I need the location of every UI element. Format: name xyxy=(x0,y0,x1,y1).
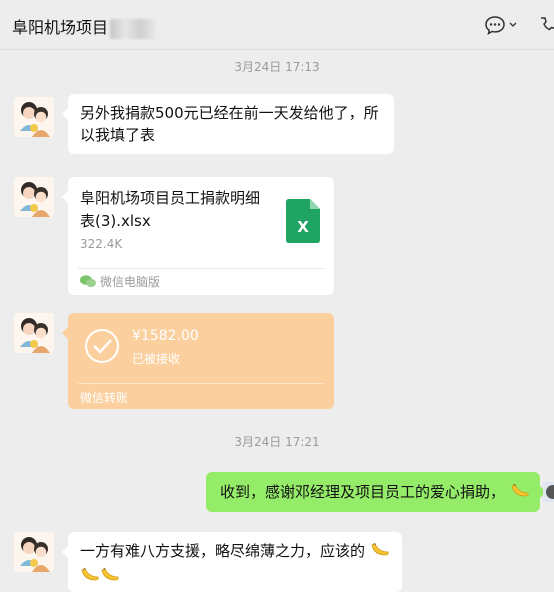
title-redaction xyxy=(110,18,157,39)
file-message-card[interactable]: 阜阳机场项目员工捐款明细 表(3).xlsx 322.4K X 微信电脑版 xyxy=(62,177,334,295)
chat-title-text: 阜阳机场项目 xyxy=(12,18,109,37)
chat-bubble-more-icon[interactable] xyxy=(485,15,521,39)
divider xyxy=(78,268,324,269)
message-text: 收到，感谢邓经理及项目员工的爱心捐助， xyxy=(220,483,506,501)
file-name-line: 阜阳机场项目员工捐款明细 xyxy=(80,189,261,207)
banana-emoji-icon xyxy=(80,566,100,590)
avatar[interactable] xyxy=(14,177,54,217)
file-source-text: 微信电脑版 xyxy=(100,275,161,289)
file-source: 微信电脑版 xyxy=(80,273,160,291)
timestamp: 3月24日 17:21 xyxy=(234,435,320,449)
message-text-line: 另外我捐款500元已经在前一天发给他了，所 xyxy=(80,104,379,122)
message-text-line: 以我填了表 xyxy=(80,126,156,144)
file-name-line: 表(3).xlsx xyxy=(80,212,151,230)
timestamp: 3月24日 17:13 xyxy=(234,60,320,74)
banana-emoji-icon xyxy=(100,566,120,590)
message-bubble[interactable]: 一方有难八方支援，略尽绵薄之力，应该的 xyxy=(62,532,402,592)
chat-header: 阜阳机场项目 xyxy=(0,0,554,50)
transfer-status: 已被接收 xyxy=(132,352,181,366)
transfer-card[interactable]: ¥1582.00 已被接收 微信转账 xyxy=(62,313,334,409)
phone-icon[interactable] xyxy=(538,15,554,39)
message-bubble[interactable]: 另外我捐款500元已经在前一天发给他了，所 以我填了表 xyxy=(62,94,394,154)
banana-emoji-icon xyxy=(370,541,390,565)
banana-emoji-icon xyxy=(510,482,530,506)
avatar[interactable] xyxy=(14,97,54,137)
avatar[interactable] xyxy=(14,532,54,572)
message-text: 一方有难八方支援，略尽绵薄之力，应该的 xyxy=(80,542,366,560)
svg-text:X: X xyxy=(297,218,309,236)
avatar[interactable] xyxy=(543,482,554,502)
file-name: 阜阳机场项目员工捐款明细 表(3).xlsx xyxy=(80,187,270,233)
file-size: 322.4K xyxy=(80,237,123,251)
check-circle-icon xyxy=(84,328,120,364)
excel-file-icon: X xyxy=(286,199,320,243)
chat-title: 阜阳机场项目 xyxy=(12,14,157,39)
avatar[interactable] xyxy=(14,313,54,353)
wechat-pc-icon xyxy=(80,274,96,291)
message-text-line: 一方有难八方支援，略尽绵薄之力，应该的 xyxy=(80,540,390,565)
divider xyxy=(78,383,324,384)
emoji-line xyxy=(80,565,390,590)
sent-message-bubble[interactable]: 收到，感谢邓经理及项目员工的爱心捐助， xyxy=(206,472,546,512)
transfer-source: 微信转账 xyxy=(80,391,129,405)
transfer-amount: ¥1582.00 xyxy=(132,328,199,344)
